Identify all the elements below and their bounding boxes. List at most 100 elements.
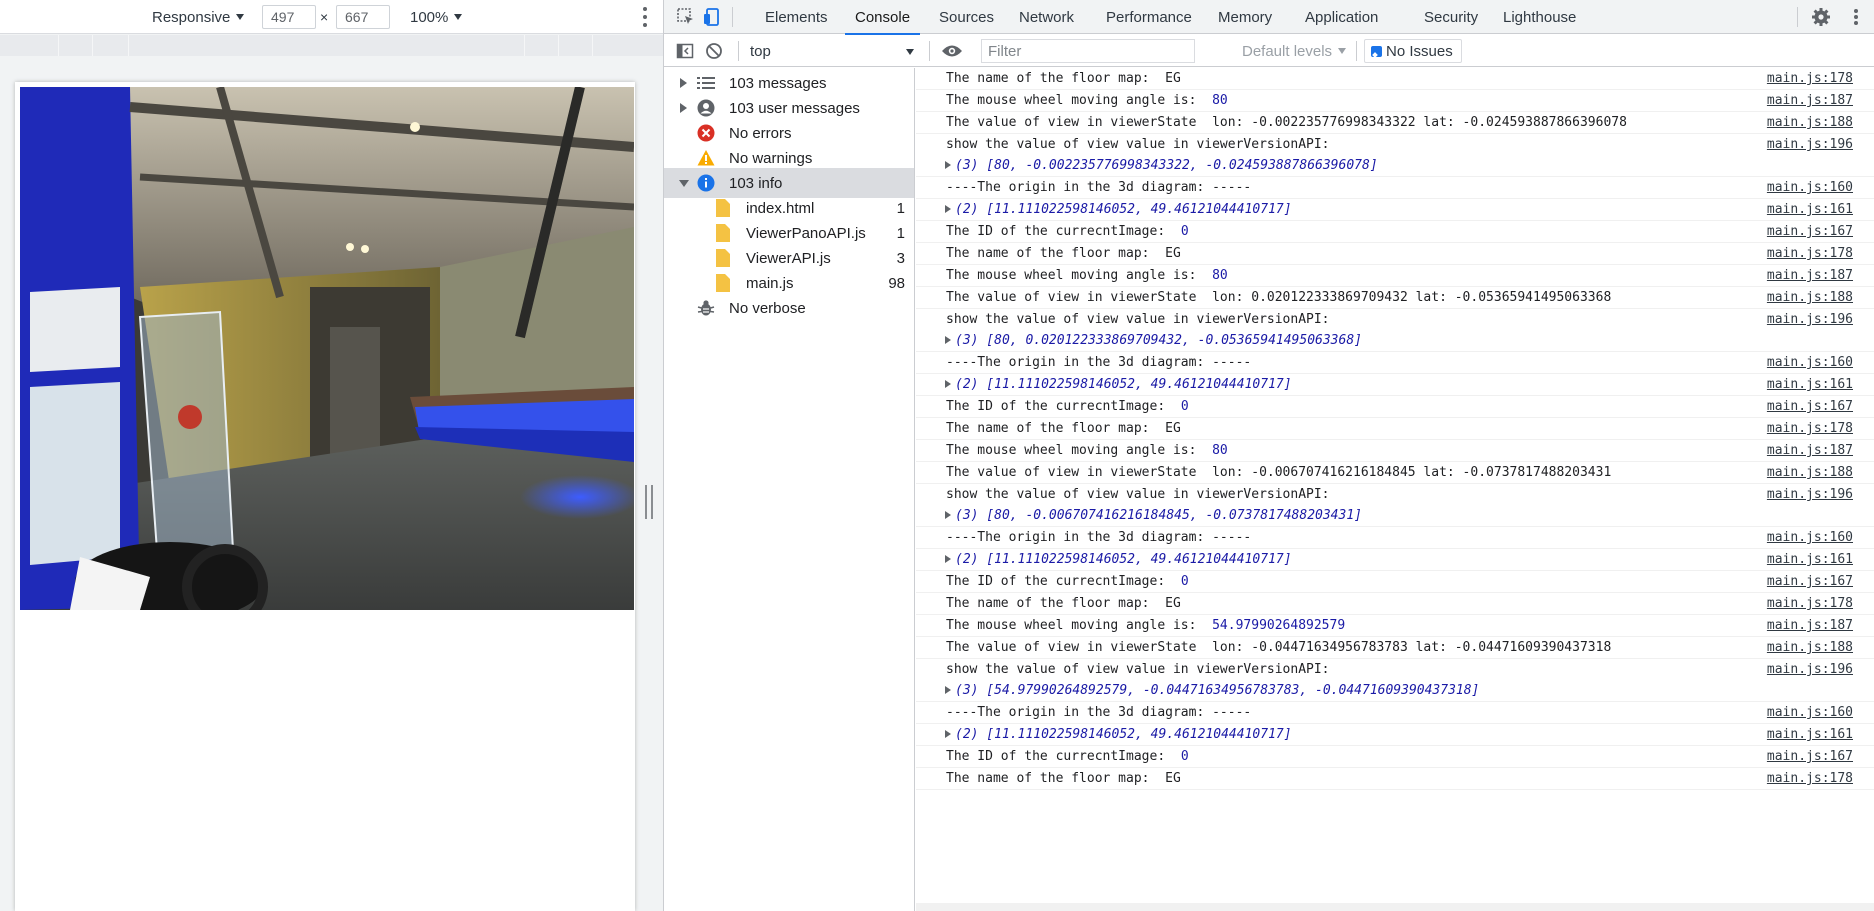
source-link[interactable]: main.js:160 [1767, 702, 1853, 723]
source-link[interactable]: main.js:187 [1767, 90, 1853, 111]
tab-security[interactable]: Security [1424, 0, 1478, 34]
source-link[interactable]: main.js:160 [1767, 177, 1853, 198]
log-levels-label: Default levels [1242, 42, 1333, 60]
message-value: 0 [1180, 224, 1189, 239]
console-message-text: The value of view in viewerState lon: -0… [946, 637, 1874, 658]
console-message: The mouse wheel moving angle is: 80 main.… [916, 440, 1874, 462]
console-array-preview[interactable]: (3) [80, 0.020122333869709432, -0.053659… [945, 330, 1874, 351]
message-value: 0 [1180, 749, 1189, 764]
array-value: (3) [80, -0.006707416216184845, -0.07378… [955, 508, 1362, 523]
console-array-preview[interactable]: (3) [80, -0.002235776998343322, -0.02459… [945, 155, 1874, 176]
tab-sources[interactable]: Sources [939, 0, 994, 34]
clear-console-icon[interactable] [702, 39, 726, 63]
tab-lighthouse[interactable]: Lighthouse [1503, 0, 1576, 34]
source-link[interactable]: main.js:188 [1767, 462, 1853, 483]
source-link[interactable]: main.js:160 [1767, 527, 1853, 548]
source-link[interactable]: main.js:196 [1767, 309, 1853, 330]
expand-arrow-icon[interactable] [945, 555, 951, 563]
width-input[interactable]: 497 [262, 5, 316, 29]
message-text: ----The origin in the 3d diagram: ----- [946, 705, 1252, 720]
more-options-icon[interactable] [1844, 5, 1868, 29]
console-array-preview[interactable]: (2) [11.111022598146052, 49.461210444107… [945, 199, 1874, 220]
source-link[interactable]: main.js:161 [1767, 724, 1853, 745]
sidebar-toggle-icon[interactable] [673, 39, 697, 63]
source-link[interactable]: main.js:167 [1767, 396, 1853, 417]
source-link[interactable]: main.js:178 [1767, 243, 1853, 264]
viewport-resize-handle[interactable] [645, 485, 653, 519]
expand-arrow-icon[interactable] [945, 730, 951, 738]
source-link[interactable]: main.js:178 [1767, 593, 1853, 614]
console-array-preview[interactable]: (3) [54.97990264892579, -0.0447163495678… [945, 680, 1874, 701]
source-link[interactable]: main.js:196 [1767, 659, 1853, 680]
console-array-preview[interactable]: (2) [11.111022598146052, 49.461210444107… [945, 724, 1874, 745]
settings-gear-icon[interactable] [1809, 5, 1833, 29]
console-message: The mouse wheel moving angle is: 80 main.… [916, 265, 1874, 287]
message-text: The mouse wheel moving angle is: [946, 93, 1213, 108]
filter-input[interactable]: Filter [981, 39, 1195, 63]
height-input[interactable]: 667 [336, 5, 390, 29]
tab-elements[interactable]: Elements [765, 0, 828, 34]
source-link[interactable]: main.js:188 [1767, 637, 1853, 658]
source-link[interactable]: main.js:167 [1767, 221, 1853, 242]
expand-arrow-icon[interactable] [945, 205, 951, 213]
zoom-select[interactable]: 100% [410, 0, 463, 34]
console-message: The value of view in viewerState lon: 0.… [916, 287, 1874, 309]
console-array-preview[interactable]: (3) [80, -0.006707416216184845, -0.07378… [945, 505, 1874, 526]
source-link[interactable]: main.js:188 [1767, 287, 1853, 308]
source-link[interactable]: main.js:167 [1767, 746, 1853, 767]
js-context-select[interactable]: top [750, 35, 920, 67]
expand-arrow-icon[interactable] [680, 78, 687, 88]
tab-console[interactable]: Console [844, 0, 921, 35]
tab-performance[interactable]: Performance [1106, 0, 1192, 34]
more-options-icon[interactable] [643, 7, 647, 27]
sidebar-item-verbose[interactable]: No verbose [664, 293, 914, 323]
live-expression-eye-icon[interactable] [940, 39, 964, 63]
device-select-label: Responsive [152, 8, 231, 26]
source-link[interactable]: main.js:178 [1767, 418, 1853, 439]
expand-arrow-icon[interactable] [945, 380, 951, 388]
source-link[interactable]: main.js:187 [1767, 265, 1853, 286]
source-link[interactable]: main.js:187 [1767, 440, 1853, 461]
expand-arrow-icon[interactable] [945, 511, 951, 519]
horizontal-scrollbar[interactable] [916, 903, 1874, 911]
device-toolbar-icon[interactable] [700, 5, 724, 29]
emulated-viewport[interactable] [15, 82, 635, 911]
source-link[interactable]: main.js:178 [1767, 768, 1853, 789]
expand-arrow-icon[interactable] [945, 686, 951, 694]
collapse-arrow-icon[interactable] [679, 180, 689, 187]
console-array-preview[interactable]: (2) [11.111022598146052, 49.461210444107… [945, 549, 1874, 570]
source-link[interactable]: main.js:187 [1767, 615, 1853, 636]
issues-button[interactable]: No Issues [1364, 39, 1462, 63]
panorama-image[interactable] [20, 87, 634, 610]
tab-network-label: Network [1019, 8, 1075, 26]
source-link[interactable]: main.js:160 [1767, 352, 1853, 373]
media-query-ruler[interactable] [0, 35, 663, 56]
source-link[interactable]: main.js:167 [1767, 571, 1853, 592]
source-link[interactable]: main.js:196 [1767, 484, 1853, 505]
message-text: The name of the floor map: EG [946, 71, 1181, 86]
expand-arrow-icon[interactable] [680, 103, 687, 113]
console-message-text: ----The origin in the 3d diagram: ----- [946, 527, 1874, 548]
file-icon [714, 274, 732, 292]
inspect-element-icon[interactable] [674, 5, 698, 29]
console-message-text: The value of view in viewerState lon: -0… [946, 112, 1874, 133]
console-array-preview[interactable]: (2) [11.111022598146052, 49.461210444107… [945, 374, 1874, 395]
device-select[interactable]: Responsive [152, 0, 245, 34]
console-message: The mouse wheel moving angle is: 54.9799… [916, 615, 1874, 637]
tab-elements-label: Elements [765, 8, 828, 26]
source-link[interactable]: main.js:161 [1767, 374, 1853, 395]
log-levels-select[interactable]: Default levels [1242, 35, 1347, 67]
source-link[interactable]: main.js:196 [1767, 134, 1853, 155]
tab-memory[interactable]: Memory [1218, 0, 1272, 34]
tab-application[interactable]: Application [1305, 0, 1378, 34]
console-messages[interactable]: The name of the floor map: EG main.js:178… [916, 68, 1874, 911]
expand-arrow-icon[interactable] [945, 161, 951, 169]
source-link[interactable]: main.js:178 [1767, 68, 1853, 89]
array-value: (3) [80, 0.020122333869709432, -0.053659… [955, 333, 1362, 348]
source-link[interactable]: main.js:161 [1767, 199, 1853, 220]
expand-arrow-icon[interactable] [945, 336, 951, 344]
source-link[interactable]: main.js:188 [1767, 112, 1853, 133]
tab-sources-label: Sources [939, 8, 995, 26]
source-link[interactable]: main.js:161 [1767, 549, 1853, 570]
tab-network[interactable]: Network [1019, 0, 1074, 34]
